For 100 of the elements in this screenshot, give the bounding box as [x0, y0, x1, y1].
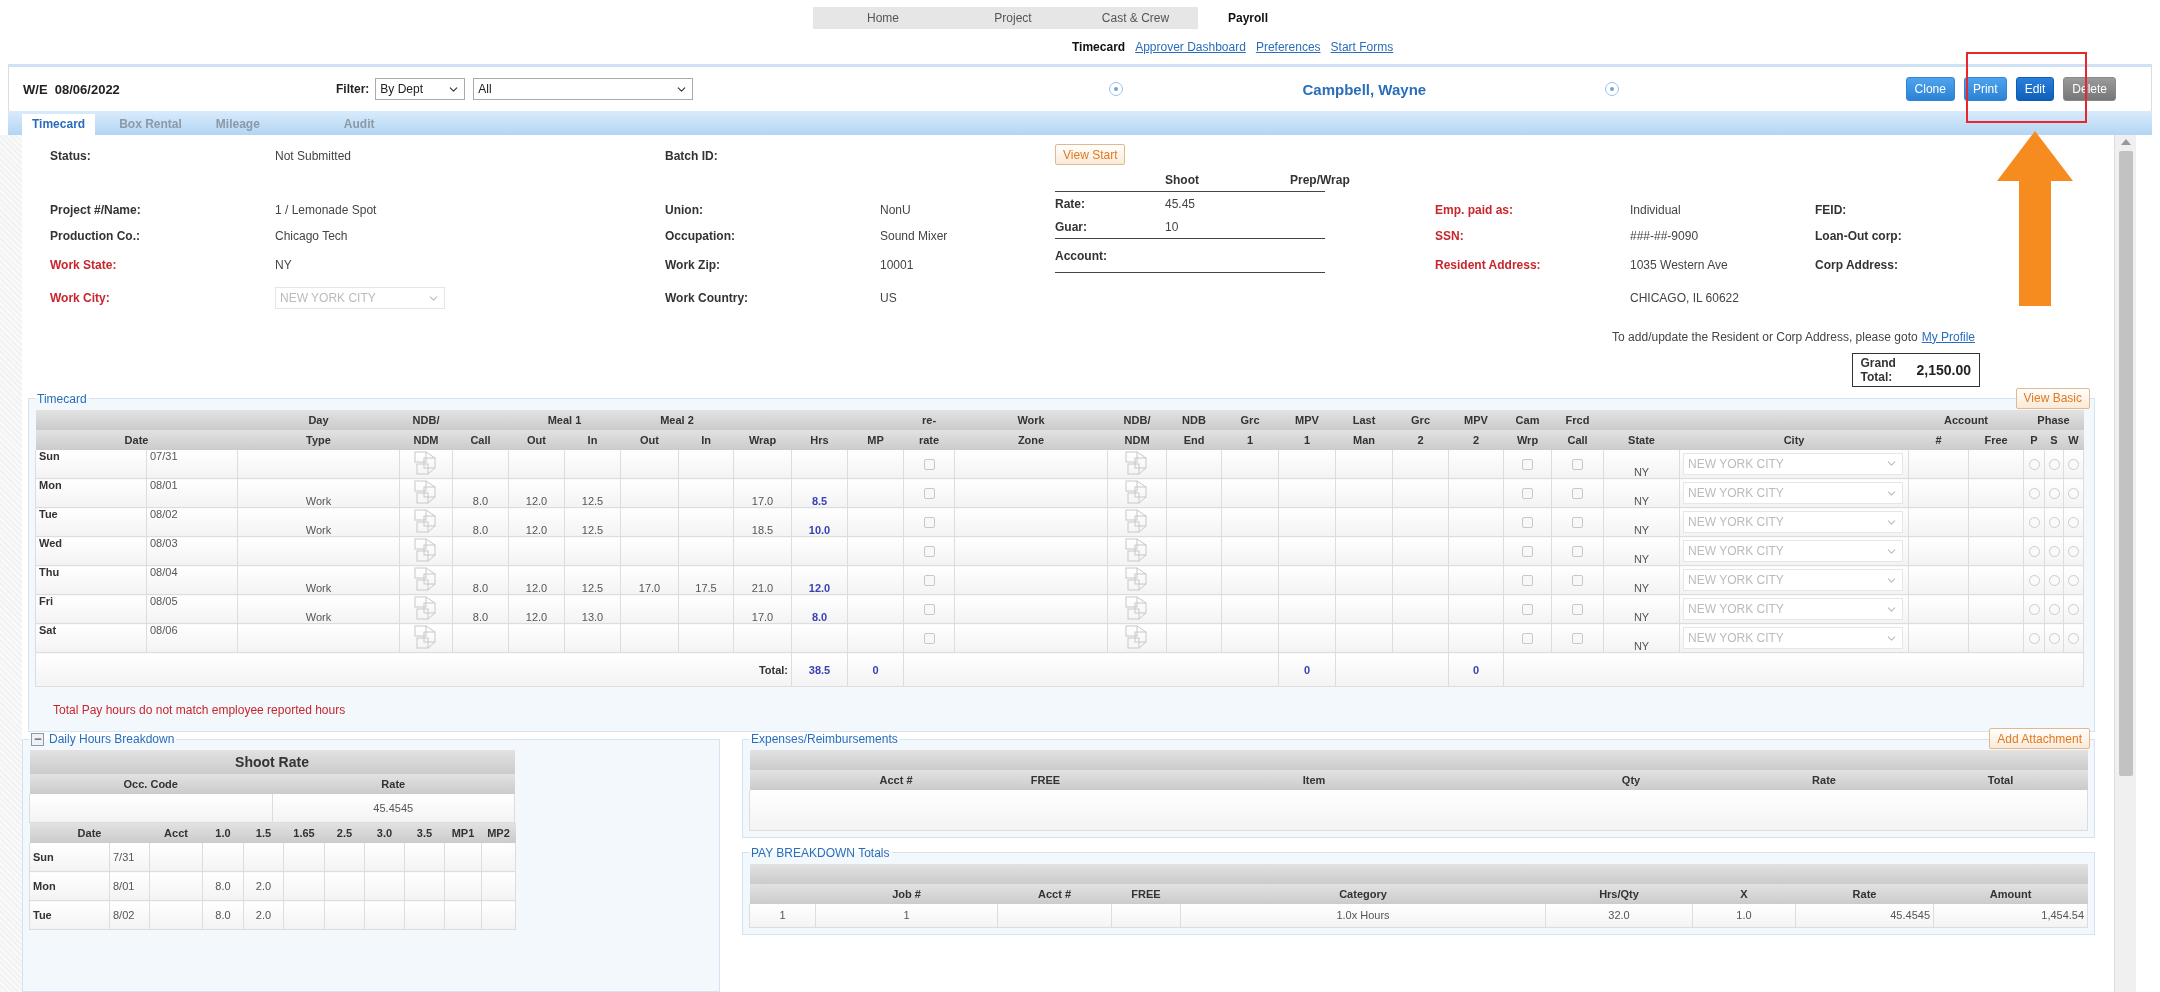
column-header: Work [954, 409, 1108, 430]
subnav-link[interactable]: Timecard [1072, 40, 1126, 54]
phase-radio[interactable] [2028, 633, 2040, 645]
forced-call-checkbox[interactable] [1572, 604, 1584, 616]
table-cell: 8.0 [452, 594, 509, 624]
phase-radio[interactable] [2048, 517, 2060, 529]
section-title: Timecard [36, 391, 88, 406]
phase-radio[interactable] [2028, 459, 2040, 471]
table-cell: 8.0 [452, 507, 509, 537]
column-header: Prep/Wrap [1290, 173, 1350, 187]
action-button[interactable]: Clone [1905, 77, 1955, 101]
phase-radio[interactable] [2048, 459, 2060, 471]
filter-dropdown[interactable]: By Dept [375, 78, 466, 100]
table-cell: 07/31 [146, 449, 238, 479]
forced-call-checkbox[interactable] [1572, 546, 1584, 558]
subnav-link[interactable]: Approver Dashboard [1135, 40, 1246, 54]
table-cell: 17.0 [733, 478, 792, 508]
phase-radio[interactable] [2048, 633, 2060, 645]
nav-tab[interactable]: Payroll [1198, 7, 1298, 29]
field-label: Batch ID: [665, 149, 719, 163]
tab[interactable]: Timecard [22, 114, 96, 135]
cam-wrap-checkbox[interactable] [1522, 546, 1534, 558]
column-header: NDB/ [1107, 409, 1167, 430]
phase-radio[interactable] [2068, 546, 2080, 558]
department-dropdown[interactable]: All [473, 78, 694, 100]
table-cell: 1 [815, 903, 998, 928]
table-cell: Work [237, 507, 400, 537]
collapse-button[interactable] [31, 732, 44, 746]
section-title: Daily Hours Breakdown [49, 732, 175, 746]
table-cell: 08/05 [146, 594, 238, 624]
field-label: Emp. paid as: [1435, 203, 1515, 217]
phase-radio[interactable] [2028, 546, 2040, 558]
phase-radio[interactable] [2048, 604, 2060, 616]
table-cell: 10.0 [791, 507, 848, 537]
forced-call-checkbox[interactable] [1572, 459, 1584, 471]
table-cell: 38.5 [791, 652, 848, 687]
subnav-link[interactable]: Preferences [1255, 40, 1321, 54]
phase-radio[interactable] [2028, 517, 2040, 529]
phase-radio[interactable] [2028, 488, 2040, 500]
table-cell: NY [1603, 536, 1680, 566]
column-header: NDB/ [399, 409, 453, 430]
rerate-checkbox[interactable] [923, 488, 935, 500]
phase-radio[interactable] [2068, 604, 2080, 616]
view-start-button[interactable]: View Start [1055, 144, 1126, 165]
rerate-checkbox[interactable] [923, 633, 935, 645]
rerate-checkbox[interactable] [923, 575, 935, 587]
phase-radio[interactable] [2068, 488, 2080, 500]
grand-total-value: 2,150.00 [1916, 361, 1971, 378]
view-basic-button[interactable]: View Basic [2015, 387, 2090, 409]
section-title: PAY BREAKDOWN Totals [750, 845, 891, 860]
phase-radio[interactable] [2068, 459, 2080, 471]
forced-call-checkbox[interactable] [1572, 575, 1584, 587]
phase-radio[interactable] [2048, 546, 2060, 558]
phase-radio[interactable] [2068, 517, 2080, 529]
scrollbar-thumb[interactable] [2118, 151, 2133, 776]
phase-radio[interactable] [2048, 575, 2060, 587]
column-header: Meal 2 [620, 409, 734, 430]
nav-tab[interactable]: Project [953, 7, 1073, 29]
rerate-checkbox[interactable] [923, 459, 935, 471]
nav-tab[interactable]: Cast & Crew [1073, 7, 1198, 29]
forced-call-checkbox[interactable] [1572, 488, 1584, 500]
table-cell: 0 [1448, 652, 1504, 687]
field-value: 1 / Lemonade Spot [275, 203, 378, 217]
nav-tab[interactable]: Home [813, 7, 953, 29]
table-cell: 0 [847, 652, 904, 687]
tab[interactable]: Mileage [205, 114, 270, 135]
phase-radio[interactable] [2028, 604, 2040, 616]
phase-radio[interactable] [2048, 488, 2060, 500]
column-header: NDB [1166, 409, 1222, 430]
forced-call-checkbox[interactable] [1572, 517, 1584, 529]
action-button[interactable]: Edit [2015, 77, 2055, 101]
grand-total-label: Grand Total: [1860, 355, 1897, 384]
table-cell: 12.5 [564, 565, 621, 595]
cam-wrap-checkbox[interactable] [1522, 575, 1534, 587]
field-label: Account: [1055, 248, 1108, 263]
phase-radio[interactable] [2028, 575, 2040, 587]
forced-call-checkbox[interactable] [1572, 633, 1584, 645]
rerate-checkbox[interactable] [923, 546, 935, 558]
table-cell: Work [237, 565, 400, 595]
column-header: Last [1335, 409, 1393, 430]
cam-wrap-checkbox[interactable] [1522, 488, 1534, 500]
employee-name: Campbell, Wayne [1302, 80, 1427, 98]
rerate-checkbox[interactable] [923, 517, 935, 529]
subnav-link[interactable]: Start Forms [1330, 40, 1394, 54]
cam-wrap-checkbox[interactable] [1522, 633, 1534, 645]
rerate-checkbox[interactable] [923, 604, 935, 616]
cam-wrap-checkbox[interactable] [1522, 517, 1534, 529]
cam-wrap-checkbox[interactable] [1522, 604, 1534, 616]
tab[interactable]: Audit [333, 114, 385, 135]
field-value: US [880, 291, 898, 305]
table-cell: Sun [35, 449, 147, 479]
phase-radio[interactable] [2068, 633, 2080, 645]
table-cell: 1,454.54 [1933, 903, 2088, 928]
cam-wrap-checkbox[interactable] [1522, 459, 1534, 471]
action-button[interactable]: Print [1963, 77, 2007, 101]
tab[interactable]: Box Rental [109, 114, 192, 135]
profile-link[interactable]: My Profile [1921, 329, 1975, 344]
table-cell: NY [1603, 565, 1680, 595]
phase-radio[interactable] [2068, 575, 2080, 587]
add-attachment-button[interactable]: Add Attachment [1989, 728, 2090, 749]
